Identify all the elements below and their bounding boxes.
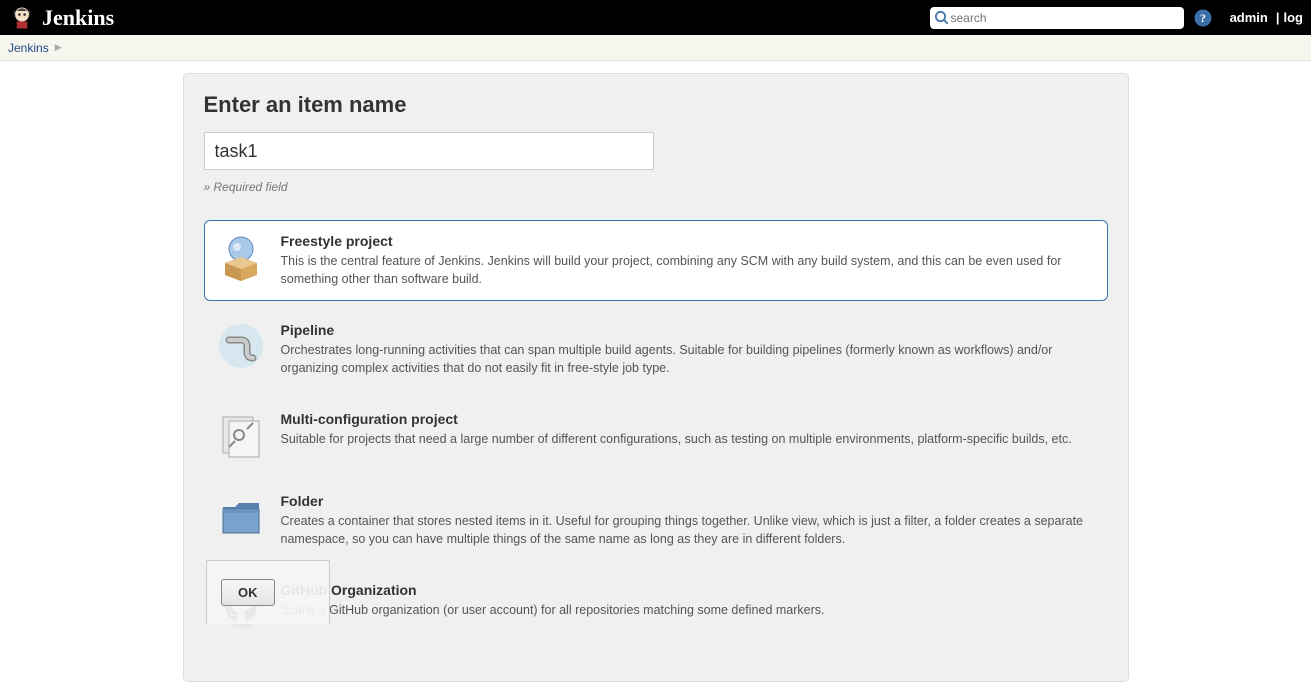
item-name-input[interactable] [204,132,654,170]
logo-text: Jenkins [42,5,114,31]
folder-icon [217,493,265,541]
item-freestyle-project[interactable]: Freestyle project This is the central fe… [204,220,1108,301]
item-pipeline[interactable]: Pipeline Orchestrates long-running activ… [204,309,1108,390]
search-box[interactable] [930,7,1184,29]
multi-config-icon [217,411,265,459]
item-desc: This is the central feature of Jenkins. … [281,253,1095,288]
required-note: » Required field [204,180,1108,194]
topbar: Jenkins ? admin | log [0,0,1311,35]
pipeline-icon [217,322,265,370]
ok-bar: OK [206,560,330,624]
search-icon [934,10,949,26]
item-folder[interactable]: Folder Creates a container that stores n… [204,480,1108,561]
item-title: GitHub Organization [281,582,1095,598]
item-title: Pipeline [281,322,1095,338]
item-title: Freestyle project [281,233,1095,249]
item-desc: Suitable for projects that need a large … [281,431,1095,449]
chevron-right-icon: ▶ [55,42,62,53]
jenkins-logo-icon [8,4,36,32]
svg-text:?: ? [1200,11,1206,25]
item-type-list: Freestyle project This is the central fe… [204,220,1108,643]
item-github-organization[interactable]: GitHub Organization Scans a GitHub organ… [204,569,1108,643]
item-title: Multi-configuration project [281,411,1095,427]
item-desc: Orchestrates long-running activities tha… [281,342,1095,377]
logout-link[interactable]: log [1284,10,1304,25]
main: Enter an item name » Required field Free… [0,61,1311,682]
freestyle-box-icon [217,233,265,281]
item-multi-configuration[interactable]: Multi-configuration project Suitable for… [204,398,1108,472]
ok-button[interactable]: OK [221,579,275,606]
help-icon[interactable]: ? [1194,9,1212,27]
logo-area[interactable]: Jenkins [8,4,114,32]
item-desc: Scans a GitHub organization (or user acc… [281,602,1095,620]
item-desc: Creates a container that stores nested i… [281,513,1095,548]
breadcrumb-root[interactable]: Jenkins [8,41,49,55]
search-input[interactable] [950,11,1179,25]
item-title: Folder [281,493,1095,509]
panel-title: Enter an item name [204,92,1108,118]
divider: | [1276,10,1280,25]
user-link[interactable]: admin [1230,10,1268,25]
breadcrumb-bar: Jenkins ▶ [0,35,1311,61]
